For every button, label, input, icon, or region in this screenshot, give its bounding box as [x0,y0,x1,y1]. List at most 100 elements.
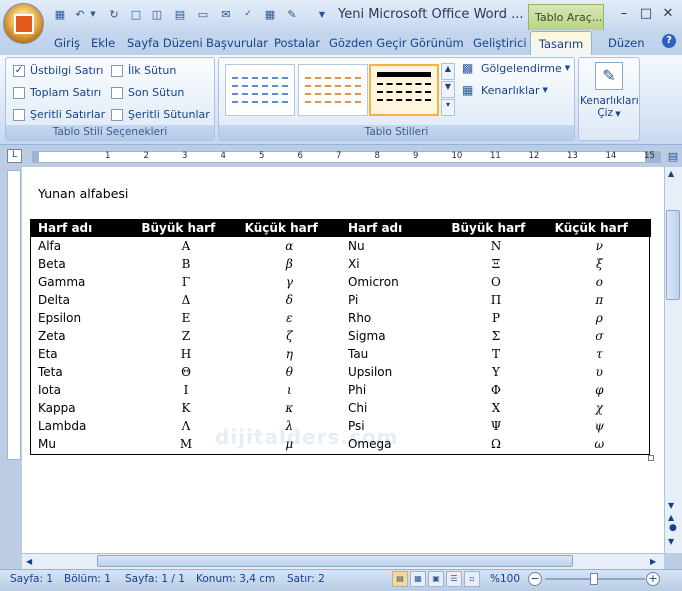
tab-gorunum[interactable]: Görünüm [410,36,464,50]
new-document-icon[interactable]: □ [128,6,144,22]
table-style-option-orange[interactable] [298,64,368,116]
zoom-out-icon[interactable]: − [528,572,542,586]
web-layout-icon[interactable]: ▣ [428,571,444,587]
table-cell[interactable]: Psi [341,417,444,435]
table-cell[interactable]: β [238,255,341,273]
table-cell[interactable]: Ε [134,309,237,327]
gallery-scroll-up-icon[interactable]: ▲ [441,63,455,80]
table-header-cell[interactable]: Büyük harf [444,219,548,237]
status-page-count[interactable]: Sayfa: 1 / 1 [125,573,185,585]
table-cell[interactable]: Omicron [341,273,444,291]
table-cell[interactable]: Γ [134,273,237,291]
zoom-in-icon[interactable]: + [646,572,660,586]
first-column-option[interactable]: İlk Sütun [111,64,176,77]
undo-dropdown-icon[interactable]: ▼ [88,6,98,22]
zoom-slider-thumb[interactable] [590,573,598,585]
save-icon[interactable]: ▦ [52,6,68,22]
table-cell[interactable]: Φ [444,381,547,399]
table-cell[interactable]: λ [238,417,341,435]
horizontal-scroll-thumb[interactable] [97,555,573,567]
table-cell[interactable]: Ι [134,381,237,399]
office-button[interactable] [3,3,44,44]
shading-button[interactable]: ▩ Gölgelendirme ▼ [462,61,570,75]
table-cell[interactable]: Omega [341,435,444,453]
tab-giris[interactable]: Giriş [54,36,80,50]
first-column-checkbox[interactable] [111,64,123,77]
table-cell[interactable]: μ [238,435,341,453]
table-cell[interactable]: Sigma [341,327,444,345]
tab-sayfa-duzeni[interactable]: Sayfa Düzeni [127,36,203,50]
view-ruler-icon[interactable]: ▤ [664,148,682,166]
close-button[interactable]: ✕ [658,6,678,24]
gallery-more-icon[interactable]: ▾ [441,99,455,116]
draw-table-icon[interactable]: ✎ [284,6,300,22]
header-row-checkbox[interactable]: ✓ [13,64,25,77]
help-icon[interactable]: ? [662,34,676,48]
table-cell[interactable]: π [548,291,651,309]
open-folder-icon[interactable]: ◫ [149,6,165,22]
table-cell[interactable]: Θ [134,363,237,381]
total-row-checkbox[interactable] [13,86,25,99]
table-cell[interactable]: Delta [31,291,134,309]
status-position[interactable]: Konum: 3,4 cm [196,573,275,585]
table-cell[interactable]: η [238,345,341,363]
last-column-option[interactable]: Son Sütun [111,86,184,99]
table-cell[interactable]: Ο [444,273,547,291]
table-cell[interactable]: κ [238,399,341,417]
draw-borders-button[interactable]: ✎ Kenarlıkları Çiz ▼ [580,60,639,122]
banded-rows-checkbox[interactable] [13,108,25,121]
table-cell[interactable]: Eta [31,345,134,363]
table-cell[interactable]: Tau [341,345,444,363]
scroll-right-icon[interactable]: ▶ [650,557,656,566]
customize-toolbar-icon[interactable]: ▼ [314,6,330,22]
table-cell[interactable]: Β [134,255,237,273]
table-cell[interactable]: Beta [31,255,134,273]
table-cell[interactable]: Ν [444,237,547,255]
scroll-up-icon[interactable]: ▲ [668,169,674,178]
table-cell[interactable]: Kappa [31,399,134,417]
table-cell[interactable]: Σ [444,327,547,345]
table-cell[interactable]: Ρ [444,309,547,327]
table-cell[interactable]: Phi [341,381,444,399]
table-cell[interactable]: α [238,237,341,255]
table-header-cell[interactable]: Harf adı [340,219,445,237]
table-resize-handle[interactable] [648,455,654,461]
table-cell[interactable]: Δ [134,291,237,309]
table-style-option-blue[interactable] [225,64,295,116]
table-header-cell[interactable]: Küçük harf [237,219,341,237]
table-header-cell[interactable]: Harf adı [31,219,135,237]
table-cell[interactable]: Xi [341,255,444,273]
table-cell[interactable]: Π [444,291,547,309]
table-cell[interactable]: δ [238,291,341,309]
print-preview-icon[interactable]: ▤ [172,6,188,22]
undo-icon[interactable]: ↶ [72,6,88,22]
vertical-ruler[interactable] [7,170,21,460]
status-page[interactable]: Sayfa: 1 [10,573,53,585]
table-cell[interactable]: Nu [341,237,444,255]
table-cell[interactable]: ζ [238,327,341,345]
minimize-button[interactable]: – [614,6,634,24]
table-cell[interactable]: ω [548,435,651,453]
table-cell[interactable]: Alfa [31,237,134,255]
table-cell[interactable]: ξ [548,255,651,273]
table-header-cell[interactable]: Büyük harf [134,219,238,237]
table-style-option-black-selected[interactable] [369,64,439,116]
banded-columns-checkbox[interactable] [111,108,123,121]
horizontal-ruler[interactable]: 12345678910111213141516 [32,151,661,163]
draft-view-icon[interactable]: ▫ [464,571,480,587]
table-cell[interactable]: Mu [31,435,134,453]
tab-gelistirici[interactable]: Geliştirici [473,36,527,50]
table-cell[interactable]: Η [134,345,237,363]
table-cell[interactable]: Teta [31,363,134,381]
tab-basvurular[interactable]: Başvurular [206,36,268,50]
quick-print-icon[interactable]: ▭ [195,6,211,22]
table-cell[interactable]: Λ [134,417,237,435]
table-cell[interactable]: Iota [31,381,134,399]
table-cell[interactable]: Κ [134,399,237,417]
email-icon[interactable]: ✉ [218,6,234,22]
maximize-button[interactable]: □ [636,6,656,24]
table-cell[interactable]: Ξ [444,255,547,273]
outline-view-icon[interactable]: ☰ [446,571,462,587]
vertical-scroll-thumb[interactable] [666,210,680,300]
scroll-down-icon[interactable]: ▼ [668,501,674,510]
